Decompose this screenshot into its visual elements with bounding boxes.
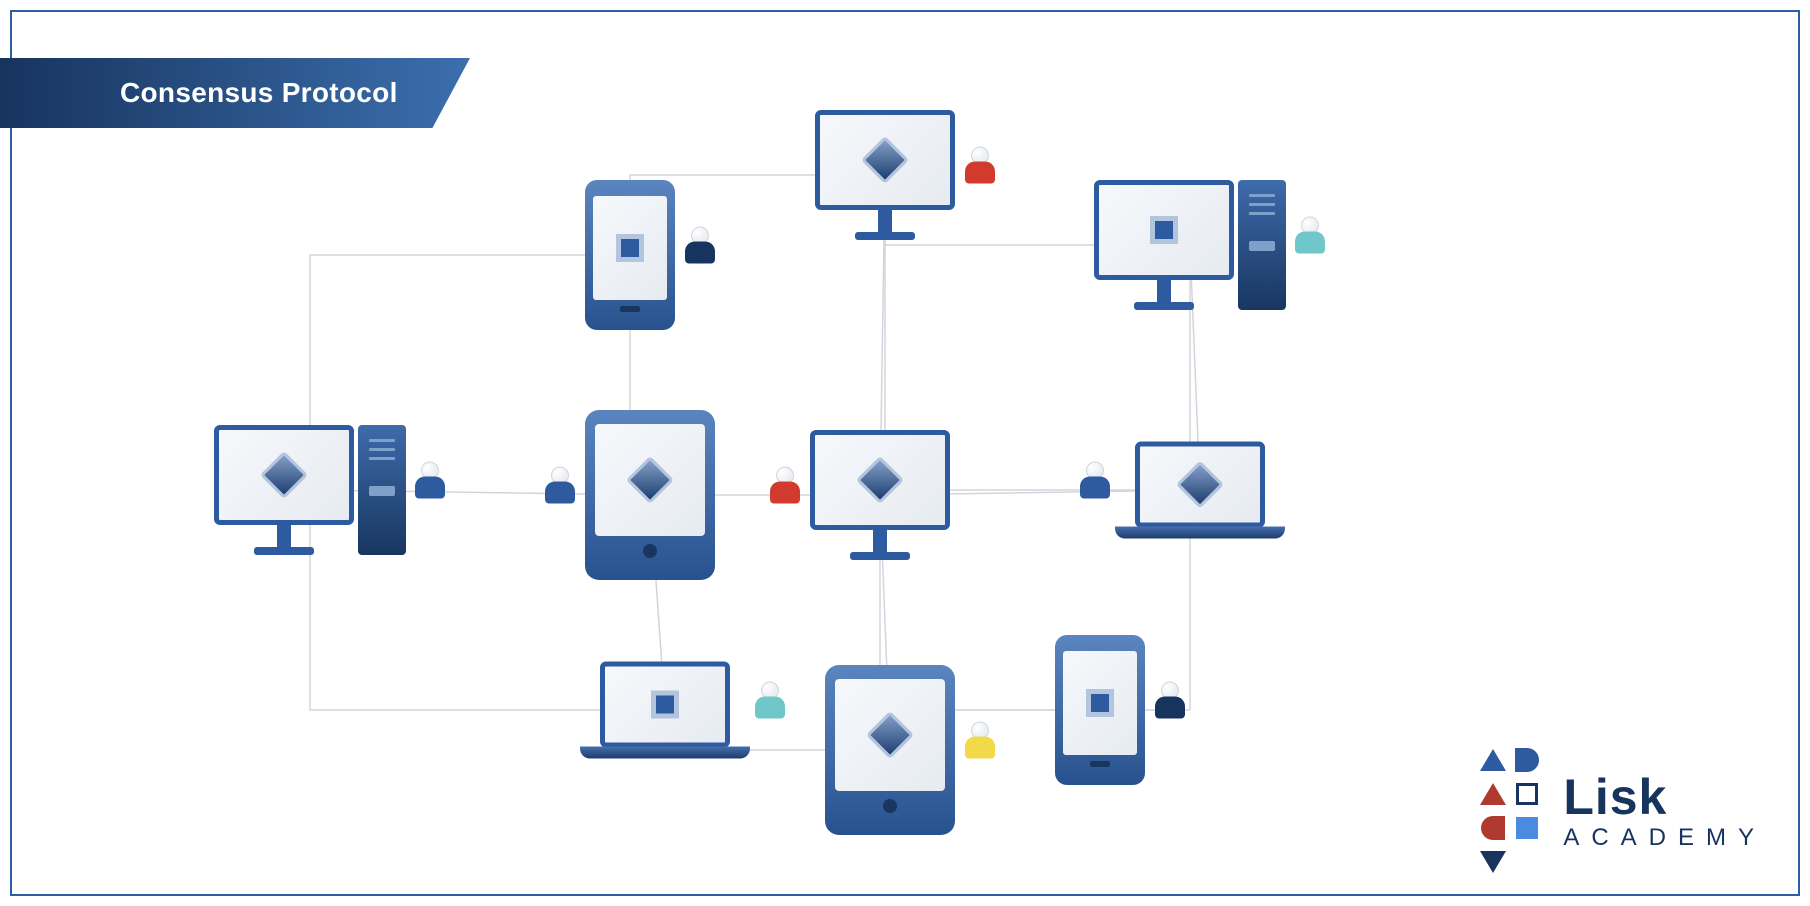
user-icon [685, 227, 715, 264]
diamond-icon [861, 136, 909, 184]
user-icon [545, 467, 575, 504]
diamond-icon [1176, 460, 1224, 508]
square-icon [1086, 689, 1114, 717]
node-phone-top [585, 180, 675, 330]
user-icon [965, 722, 995, 759]
node-laptop-right [1115, 442, 1285, 539]
user-icon [415, 462, 445, 499]
node-phone-bottom-right [1055, 635, 1145, 785]
desktop-tower-icon [1094, 180, 1286, 310]
user-icon [1155, 682, 1185, 719]
brand-name: Lisk [1563, 772, 1766, 822]
node-monitor-center [810, 430, 950, 560]
brand-logo: Lisk ACADEMY [1479, 746, 1766, 876]
user-icon [1080, 462, 1110, 499]
diamond-icon [260, 451, 308, 499]
brand-mark-icon [1479, 746, 1541, 876]
node-monitor-top [815, 110, 955, 240]
node-tablet-bottom [825, 665, 955, 835]
square-icon [651, 691, 679, 719]
user-icon [770, 467, 800, 504]
square-icon [1150, 216, 1178, 244]
user-icon [965, 147, 995, 184]
node-laptop-bottom-left [580, 662, 750, 759]
brand-subtitle: ACADEMY [1563, 826, 1766, 850]
user-icon [755, 682, 785, 719]
square-icon [616, 234, 644, 262]
laptop-icon [1115, 442, 1285, 539]
tablet-icon [585, 410, 715, 580]
monitor-icon [810, 430, 950, 560]
user-icon [1295, 217, 1325, 254]
desktop-tower-icon [214, 425, 406, 555]
tablet-icon [825, 665, 955, 835]
phone-icon [1055, 635, 1145, 785]
laptop-icon [580, 662, 750, 759]
diamond-icon [866, 711, 914, 759]
phone-icon [585, 180, 675, 330]
node-tablet-center [585, 410, 715, 580]
node-desktop-tower-right [1094, 180, 1286, 310]
node-desktop-tower-left [214, 425, 406, 555]
diamond-icon [626, 456, 674, 504]
diamond-icon [856, 456, 904, 504]
monitor-icon [815, 110, 955, 240]
